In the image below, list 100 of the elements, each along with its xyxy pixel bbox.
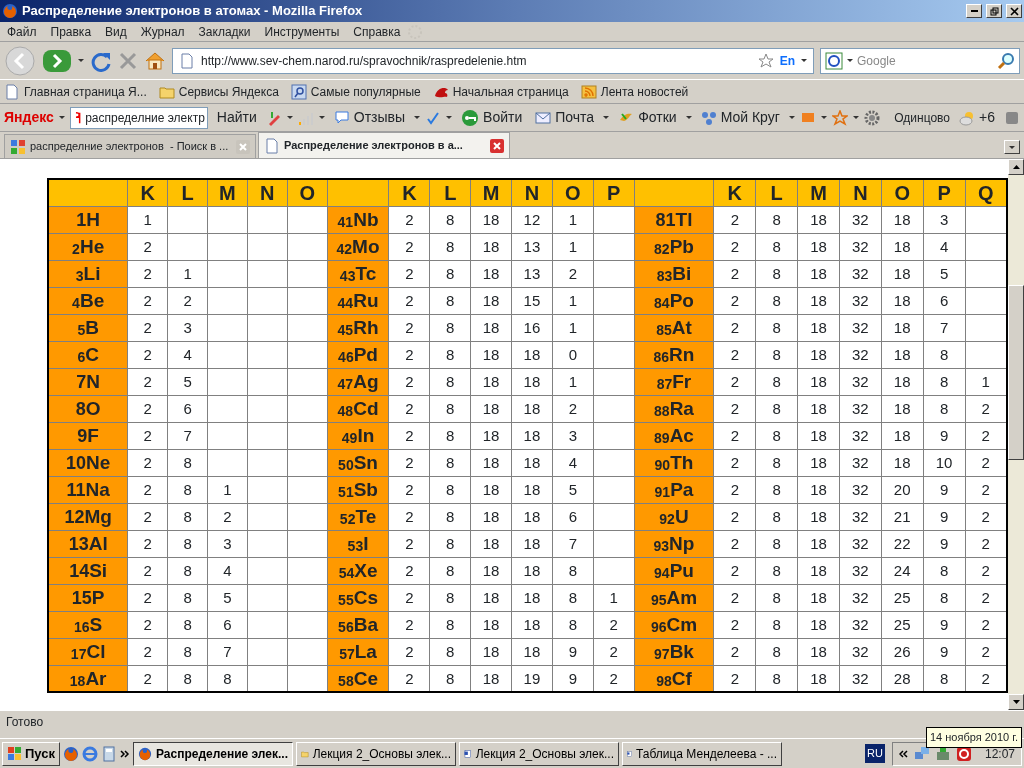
table-cell: 8: [167, 449, 208, 476]
table-cell: 2: [713, 260, 756, 287]
table-cell: 8: [167, 476, 208, 503]
my-circle-button[interactable]: Мой Круг: [696, 107, 784, 128]
caret-icon[interactable]: [318, 116, 325, 119]
table-cell: 8: [429, 233, 471, 260]
ie-icon[interactable]: [82, 745, 98, 762]
table-cell: 21: [881, 503, 924, 530]
element-symbol: $_{4}$Be: [48, 287, 128, 314]
table-cell: 18: [470, 341, 512, 368]
minimize-button[interactable]: [966, 4, 982, 18]
bookmark-item[interactable]: Начальная страница: [432, 82, 569, 101]
restore-button[interactable]: [986, 4, 1002, 18]
caret-icon[interactable]: [414, 116, 421, 119]
table-cell: 32: [839, 557, 882, 584]
taskbar-window-button[interactable]: Таблица Менделеева - ...: [622, 741, 782, 766]
scroll-down-button[interactable]: [1008, 694, 1024, 710]
menu-item[interactable]: Журнал: [133, 22, 192, 41]
table-cell: 18: [470, 449, 512, 476]
chevron-icon[interactable]: [120, 749, 130, 758]
taskbar-window-button[interactable]: Распределение элек...: [133, 741, 293, 766]
caret-icon[interactable]: [852, 116, 859, 119]
shell-header: N: [839, 179, 882, 206]
table-cell: 3: [207, 530, 248, 557]
caret-icon[interactable]: [820, 116, 827, 119]
close-icon[interactable]: [490, 138, 504, 153]
taskbar-window-button[interactable]: Лекция 2_Основы элек...: [296, 741, 456, 766]
element-symbol: $_{17}$Cl: [48, 638, 128, 665]
find-button[interactable]: Найти: [212, 107, 261, 128]
device-icon[interactable]: [934, 745, 951, 762]
table-cell: 2: [389, 584, 430, 611]
bookmark-star-icon[interactable]: [757, 52, 774, 69]
table-cell: 8: [755, 341, 798, 368]
language-indicator[interactable]: En: [779, 51, 795, 70]
settings-icon[interactable]: [863, 109, 880, 126]
caret-icon[interactable]: [58, 116, 65, 119]
city-label[interactable]: Одинцово: [894, 108, 951, 127]
reviews-button[interactable]: Отзывы: [329, 107, 410, 128]
table-cell: 2: [127, 368, 168, 395]
mail-button[interactable]: Почта: [531, 107, 599, 128]
menu-item[interactable]: Закладки: [191, 22, 258, 41]
element-symbol: $_{83}$Bi: [634, 260, 714, 287]
bookmark-item[interactable]: Лента новостей: [580, 82, 689, 101]
start-button[interactable]: Пуск: [2, 741, 60, 766]
taskbar-window-button[interactable]: Лекция 2_Основы элек...: [459, 741, 619, 766]
table-cell: 2: [713, 557, 756, 584]
element-symbol: $_{86}$Rn: [634, 341, 714, 368]
table-cell: 25: [881, 584, 924, 611]
table-cell: 18: [470, 584, 512, 611]
menu-item[interactable]: Справка: [346, 22, 408, 41]
google-icon[interactable]: [825, 51, 843, 70]
bookmark-item[interactable]: Сервисы Яндекса: [158, 82, 279, 101]
caret-icon[interactable]: [801, 59, 807, 62]
browser-tab[interactable]: Распределение электронов в а...: [258, 132, 510, 158]
photos-button[interactable]: Фотки: [614, 107, 681, 128]
table-cell: 18: [797, 557, 840, 584]
table-cell: 2: [713, 476, 756, 503]
caret-icon[interactable]: [78, 59, 84, 62]
table-cell: 1: [552, 314, 594, 341]
table-cell: 1: [127, 206, 168, 233]
table-cell: 2: [713, 503, 756, 530]
browser-tab[interactable]: распределние электронов - Поиск в ...: [4, 134, 256, 158]
caret-icon[interactable]: [847, 59, 853, 62]
table-cell: 8: [755, 638, 798, 665]
star-icon[interactable]: [831, 109, 848, 126]
table-cell: 2: [389, 395, 430, 422]
scrollbar-thumb[interactable]: [1008, 285, 1024, 460]
table-cell: 8: [429, 584, 471, 611]
tab-list-button[interactable]: [1004, 140, 1020, 154]
element-symbol: 81Tl: [634, 206, 714, 233]
bookmark-item[interactable]: Главная страница Я...: [4, 82, 147, 101]
caret-icon[interactable]: [788, 116, 795, 119]
element-symbol: $_{92}$U: [634, 503, 714, 530]
caret-icon[interactable]: [446, 116, 453, 119]
table-cell: 18: [511, 584, 553, 611]
login-button[interactable]: Войти: [457, 107, 527, 128]
search-field[interactable]: Google: [820, 47, 1020, 74]
language-indicator[interactable]: RU: [865, 744, 885, 763]
search-icon[interactable]: [997, 51, 1015, 70]
table-cell: 2: [127, 611, 168, 638]
menu-item[interactable]: Файл: [0, 22, 44, 41]
table-cell: 7: [207, 638, 248, 665]
close-button[interactable]: [1006, 4, 1022, 18]
bookmark-item[interactable]: Самые популярные: [290, 82, 421, 101]
address-bar[interactable]: http://www.sev-chem.narod.ru/spravochnik/raspredelenie.htm En: [172, 47, 814, 74]
table-cell: 25: [881, 611, 924, 638]
scroll-up-button[interactable]: [1008, 159, 1024, 175]
firefox-launch-icon[interactable]: [63, 745, 79, 762]
caret-icon[interactable]: [286, 116, 293, 119]
caret-icon[interactable]: [603, 116, 610, 119]
yandex-search-field[interactable]: распределние электр: [69, 106, 208, 129]
menu-item[interactable]: Правка: [43, 22, 99, 41]
menu-item[interactable]: Вид: [98, 22, 134, 41]
table-cell: 18: [797, 638, 840, 665]
table-cell: 13: [511, 260, 553, 287]
shell-header: L: [429, 179, 471, 206]
menu-item[interactable]: Инструменты: [257, 22, 347, 41]
chevron-icon[interactable]: [898, 749, 909, 758]
weather-button[interactable]: +6: [955, 107, 999, 128]
caret-icon[interactable]: [685, 116, 692, 119]
